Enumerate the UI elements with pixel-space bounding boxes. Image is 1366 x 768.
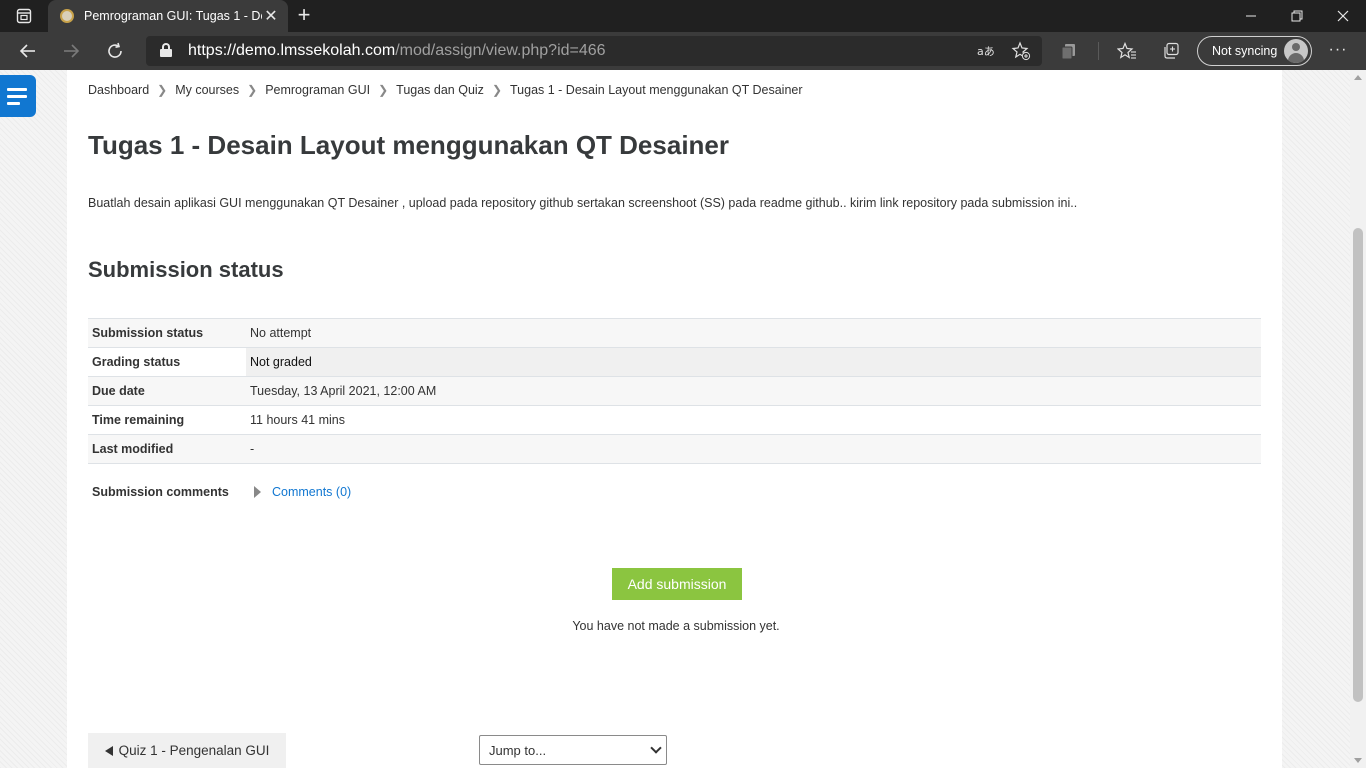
tab-close-icon[interactable]: ✕ [262,6,280,26]
scroll-up-icon[interactable] [1354,75,1362,80]
breadcrumb-dashboard[interactable]: Dashboard [88,83,149,97]
back-arrow-icon[interactable] [14,37,42,65]
breadcrumb-section[interactable]: Tugas dan Quiz [396,83,484,97]
minimize-icon[interactable] [1228,0,1274,32]
extensions-icon[interactable] [1058,41,1080,61]
submission-status-table: Submission status No attempt Grading sta… [88,318,1261,464]
refresh-icon[interactable] [101,37,129,65]
read-aloud-icon[interactable]: aあ [975,41,997,61]
row-value: 11 hours 41 mins [246,405,1261,435]
add-favorite-icon[interactable] [1010,41,1032,61]
forward-arrow-icon[interactable] [57,37,85,65]
jump-to-label: Jump to... [489,742,547,758]
triangle-left-icon [104,745,113,756]
breadcrumb-current[interactable]: Tugas 1 - Desain Layout menggunakan QT D… [510,83,803,97]
row-value: No attempt [246,318,1261,348]
section-title: Submission status [88,257,284,282]
row-label: Time remaining [88,405,246,435]
profile-sync-button[interactable]: Not syncing [1197,36,1312,66]
breadcrumb: Dashboard ❯ My courses ❯ Pemrograman GUI… [88,83,803,97]
url-text[interactable]: https://demo.lmssekolah.com/mod/assign/v… [188,42,606,60]
address-bar[interactable]: https://demo.lmssekolah.com/mod/assign/v… [146,36,1042,66]
site-favicon-icon [60,9,74,23]
close-window-icon[interactable] [1320,0,1366,32]
browser-tab-bar: Pemrograman GUI: Tugas 1 - Desain Layout… [0,0,1366,32]
row-label: Due date [88,376,246,406]
plus-icon[interactable]: + [292,4,316,28]
no-submission-note: You have not made a submission yet. [572,619,780,633]
toolbar-divider [1098,42,1099,60]
submission-comments-label: Submission comments [92,485,229,499]
tab-title: Pemrograman GUI: Tugas 1 - Desain Layout… [84,9,262,23]
chevron-right-icon: ❯ [247,83,258,97]
scrollbar-thumb[interactable] [1353,228,1363,702]
svg-text:aあ: aあ [977,45,995,58]
row-label: Submission status [88,318,246,348]
more-icon[interactable]: ··· [1325,41,1351,61]
row-label: Grading status [88,347,246,377]
row-value: Tuesday, 13 April 2021, 12:00 AM [246,376,1261,406]
table-row: Due date Tuesday, 13 April 2021, 12:00 A… [88,376,1261,406]
profile-sync-label: Not syncing [1212,44,1278,58]
table-row: Submission status No attempt [88,318,1261,348]
avatar [1284,39,1308,63]
table-row: Last modified - [88,434,1261,464]
browser-toolbar: https://demo.lmssekolah.com/mod/assign/v… [0,32,1366,70]
scroll-down-icon[interactable] [1354,758,1362,763]
page-title: Tugas 1 - Desain Layout menggunakan QT D… [88,130,729,160]
chevron-right-icon: ❯ [378,83,389,97]
drawer-toggle-icon[interactable] [0,75,36,117]
add-submission-button[interactable]: Add submission [612,568,742,600]
jump-to-select[interactable]: Jump to... [479,735,667,765]
tab-actions-icon[interactable] [10,7,38,25]
breadcrumb-my-courses[interactable]: My courses [175,83,239,97]
assignment-description: Buatlah desain aplikasi GUI menggunakan … [88,196,1078,210]
collections-icon[interactable] [1160,41,1182,61]
prev-activity-link[interactable]: Quiz 1 - Pengenalan GUI [88,733,286,768]
chevron-down-icon [650,742,662,754]
browser-tab-active[interactable]: Pemrograman GUI: Tugas 1 - Desain Layout… [48,0,288,32]
table-row: Grading status Not graded [88,347,1261,377]
comments-link[interactable]: Comments (0) [272,485,351,499]
table-row: Time remaining 11 hours 41 mins [88,405,1261,435]
page-viewport: Dashboard ❯ My courses ❯ Pemrograman GUI… [0,70,1366,768]
row-value: - [246,434,1261,464]
chevron-right-icon: ❯ [157,83,168,97]
lock-icon[interactable] [160,43,172,57]
chevron-right-icon: ❯ [491,83,502,97]
expand-triangle-icon[interactable] [254,486,261,498]
restore-icon[interactable] [1274,0,1320,32]
vertical-scrollbar[interactable] [1350,70,1366,768]
prev-activity-label: Quiz 1 - Pengenalan GUI [118,743,270,758]
row-label: Last modified [88,434,246,464]
favorites-icon[interactable] [1116,41,1138,61]
breadcrumb-course[interactable]: Pemrograman GUI [265,83,370,97]
row-value: Not graded [246,347,1261,377]
